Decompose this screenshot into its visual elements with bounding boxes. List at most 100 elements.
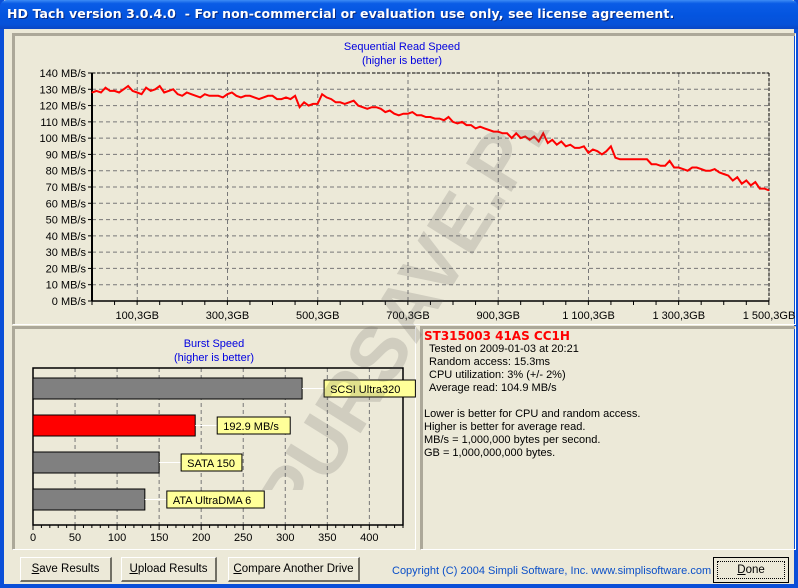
read-speed-point [705,170,707,172]
save-results-button[interactable]: Save Results [20,557,112,582]
average-read: Average read: 104.9 MB/s [429,382,557,394]
note-mbs-def: MB/s = 1,000,000 bytes per second. [424,434,601,446]
read-speed-point [429,116,432,118]
x-tick-label: 1 100,3GB [562,310,615,322]
read-speed-point [759,188,761,190]
read-speed-point [723,173,725,175]
x-tick-label: 50 [69,532,81,544]
read-speed-point [750,184,752,186]
read-speed-point [700,168,702,170]
read-speed-point [655,163,657,165]
read-speed-point [650,163,653,165]
read-speed-point [538,140,540,142]
read-speed-point [438,118,441,120]
read-speed-point [542,132,544,134]
read-speed-point [578,147,580,149]
read-speed-point [691,166,693,169]
bar-label: SCSI Ultra320 [330,384,400,396]
hdtach-window: HD Tach version 3.0.4.0 - For non-commer… [0,0,798,588]
copyright-text: Copyright (C) 2004 Simpli Software, Inc.… [392,565,712,577]
random-access: Random access: 15.3ms [429,356,551,368]
burst-speed-chart: 0 50 100 150 200 250 300 350 400 SCSI Ultra320 192… [30,367,416,544]
read-speed-point [610,145,612,147]
read-speed-point [727,175,729,177]
read-speed-point [447,116,450,118]
read-speed-point [687,170,689,172]
read-speed-point [587,152,589,154]
read-speed-point [524,135,526,138]
x-tick-label: 200 [192,532,210,544]
x-tick-label: 1 500,3GB [743,310,796,322]
x-tick-label: 250 [234,532,252,544]
tested-on: Tested on 2009-01-03 at 20:21 [429,343,579,355]
burst-bar [32,377,303,400]
read-speed-point [678,166,680,169]
read-speed-point [569,144,571,146]
x-tick-label: 400 [360,532,378,544]
read-speed-point [664,165,666,167]
read-speed-point [628,158,630,160]
note-lower-better: Lower is better for CPU and random acces… [424,408,641,420]
read-speed-point [479,126,481,128]
read-speed-point [425,116,427,118]
read-speed-point [465,124,468,126]
read-speed-point [763,188,765,190]
read-speed-point [452,121,454,123]
read-speed-point [659,165,662,167]
read-speed-point [556,144,558,146]
drive-name: ST315003 41AS CC1H [424,329,570,343]
note-higher-better: Higher is better for average read. [424,421,586,433]
read-speed-point [461,121,463,123]
read-speed-point [768,189,770,191]
read-speed-point [623,158,626,160]
burst-bar [32,414,196,437]
read-speed-point [632,158,635,160]
cpu-utilization: CPU utilization: 3% (+/- 2%) [429,369,566,381]
x-tick-label: 350 [318,532,336,544]
burst-bar [32,451,160,474]
drive-info: ST315003 41AS CC1H Tested on 2009-01-03 … [424,330,640,460]
read-speed-point [583,145,585,147]
read-speed-point [619,158,621,160]
bar-label: 192.9 MB/s [223,421,279,433]
read-speed-point [682,168,684,170]
read-speed-point [696,166,698,169]
read-speed-point [493,131,495,133]
read-speed-point [547,142,549,144]
bar-label: ATA UltraDMA 6 [173,495,251,507]
read-speed-point [506,132,508,134]
read-speed-point [754,181,756,183]
read-speed-point [601,153,603,156]
x-tick-label: 300 [276,532,294,544]
done-button[interactable]: Done [713,557,789,583]
read-speed-point [637,158,639,160]
read-speed-point [560,140,562,142]
read-speed-point [745,179,747,182]
read-speed-point [511,137,513,139]
read-speed-point [434,118,436,120]
bar-label: SATA 150 [187,458,235,470]
read-speed-point [443,119,445,121]
read-speed-point [515,132,517,134]
read-speed-point [592,148,594,151]
read-speed-point [614,157,617,159]
read-speed-point [668,160,671,162]
read-speed-point [502,132,504,134]
read-speed-point [596,150,598,152]
read-speed-point [732,179,734,182]
read-speed-point [641,158,644,160]
x-tick-label: 1 300,3GB [652,310,705,322]
read-speed-point [673,166,675,169]
compare-another-drive-button[interactable]: Compare Another Drive [228,557,360,582]
read-speed-point [718,171,720,173]
read-speed-point [520,137,522,139]
read-speed-point [565,145,567,147]
read-speed-point [714,168,716,170]
x-tick-label: 150 [150,532,168,544]
burst-bar [32,488,146,511]
read-speed-point [497,131,499,133]
upload-results-button[interactable]: Upload Results [121,557,217,582]
read-speed-point [474,127,477,129]
read-speed-point [605,150,608,152]
read-speed-point [551,139,553,141]
